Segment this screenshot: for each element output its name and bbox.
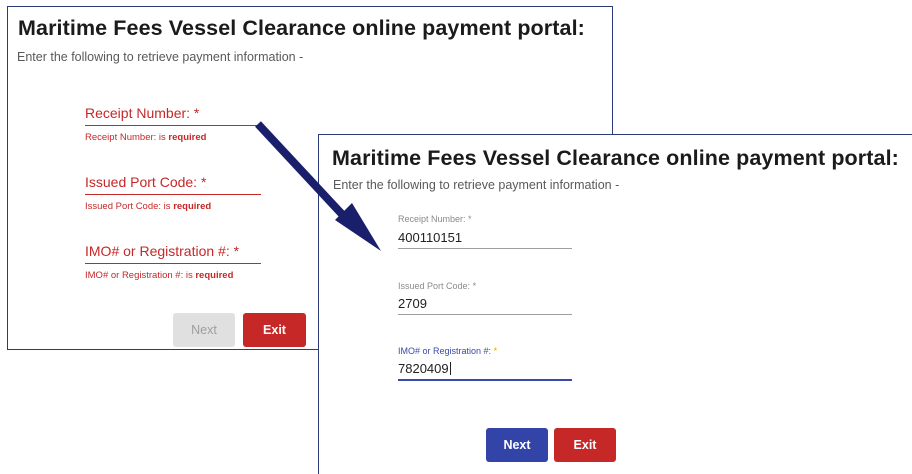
issued-port-code-underline	[398, 314, 572, 315]
receipt-number-error: Receipt Number: is required	[85, 132, 207, 143]
receipt-number-input[interactable]: 400110151	[398, 230, 462, 245]
receipt-number-field[interactable]	[85, 125, 261, 126]
next-button-disabled[interactable]: Next	[173, 313, 235, 347]
imo-registration-underline	[398, 379, 572, 381]
issued-port-code-label: Issued Port Code: *	[398, 281, 477, 291]
imo-registration-label: IMO# or Registration #: *	[85, 243, 240, 259]
receipt-number-label: Receipt Number: *	[85, 105, 200, 121]
receipt-number-underline	[398, 248, 572, 249]
issued-port-code-label: Issued Port Code: *	[85, 174, 207, 190]
form-panel-filled: Maritime Fees Vessel Clearance online pa…	[318, 134, 912, 474]
imo-registration-field[interactable]	[85, 263, 261, 264]
imo-registration-label: IMO# or Registration #: *	[398, 346, 498, 356]
receipt-number-label: Receipt Number: *	[398, 214, 472, 224]
imo-registration-error: IMO# or Registration #: is required	[85, 270, 234, 281]
issued-port-code-field[interactable]	[85, 194, 261, 195]
exit-button[interactable]: Exit	[554, 428, 616, 462]
page-subtitle: Enter the following to retrieve payment …	[17, 50, 304, 64]
issued-port-code-error: Issued Port Code: is required	[85, 201, 212, 212]
imo-registration-input[interactable]: 7820409	[398, 361, 451, 376]
exit-button[interactable]: Exit	[243, 313, 306, 347]
text-cursor	[449, 362, 451, 375]
page-title: Maritime Fees Vessel Clearance online pa…	[332, 146, 899, 170]
page-subtitle: Enter the following to retrieve payment …	[333, 178, 620, 192]
page-title: Maritime Fees Vessel Clearance online pa…	[18, 16, 585, 40]
issued-port-code-input[interactable]: 2709	[398, 296, 427, 311]
next-button[interactable]: Next	[486, 428, 548, 462]
